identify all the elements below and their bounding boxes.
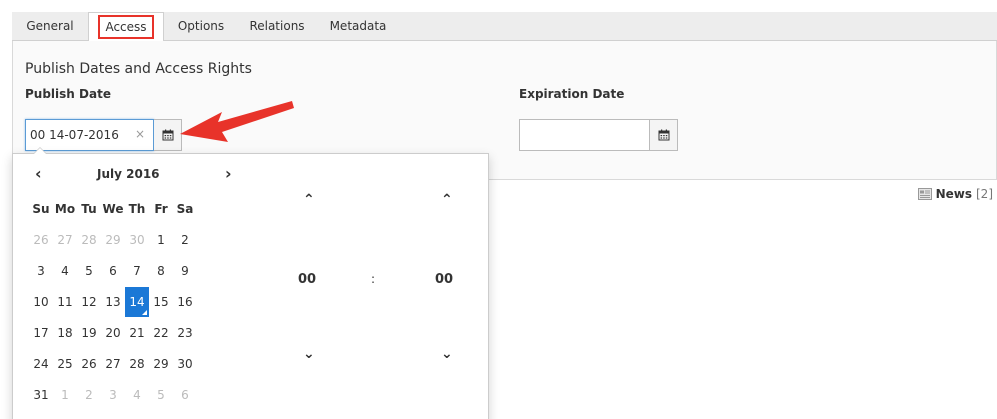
calendar-day[interactable]: 15 [149,287,173,317]
news-icon [917,188,932,200]
calendar-day[interactable]: 30 [173,349,197,379]
calendar-icon [162,129,173,141]
tab-label: Access [98,15,154,39]
news-count: [2] [976,187,993,201]
calendar-day[interactable]: 3 [101,380,125,410]
calendar-day[interactable]: 28 [77,225,101,255]
datetime-picker: ‹ July 2016 › Su Mo Tu We Th Fr Sa 26 27 28 29 30 1 2… [12,147,489,419]
calendar-day[interactable]: 23 [173,318,197,348]
hour-value[interactable]: 00 [298,272,316,287]
prev-month-icon[interactable]: ‹ [35,164,42,183]
hour-increment-icon[interactable]: ⌃ [303,192,315,208]
clear-icon[interactable]: × [135,127,145,141]
calendar-day[interactable]: 12 [77,287,101,317]
tab-label: Relations [249,19,305,33]
calendar-day[interactable]: 20 [101,318,125,348]
tab-options[interactable]: Options [164,12,238,41]
minute-increment-icon[interactable]: ⌃ [441,192,453,208]
annotation-arrow-icon [180,101,294,142]
calendar-day[interactable]: 4 [125,380,149,410]
calendar-day[interactable]: 30 [125,225,149,255]
section-title: Publish Dates and Access Rights [25,61,252,77]
calendar-day[interactable]: 7 [125,256,149,286]
news-record-link[interactable]: News [2] [917,187,993,201]
calendar-day[interactable]: 6 [101,256,125,286]
tab-access[interactable]: Access [88,12,164,42]
calendar-day[interactable]: 21 [125,318,149,348]
calendar-day[interactable]: 29 [101,225,125,255]
news-label: News [935,187,972,201]
calendar-day[interactable]: 16 [173,287,197,317]
calendar-day[interactable]: 6 [173,380,197,410]
calendar-day[interactable]: 2 [77,380,101,410]
tab-bar: General Access Options Relations Metadat… [12,12,997,42]
calendar-day[interactable]: 31 [29,380,53,410]
calendar-header: ‹ July 2016 › [29,164,249,186]
calendar-day[interactable]: 8 [149,256,173,286]
calendar-day[interactable]: 11 [53,287,77,317]
calendar-day[interactable]: 4 [53,256,77,286]
weekday-header: Th [128,202,146,216]
calendar-day[interactable]: 26 [77,349,101,379]
weekday-header: We [102,202,124,216]
calendar-day[interactable]: 25 [53,349,77,379]
tab-label: General [26,19,74,33]
calendar-day[interactable]: 5 [149,380,173,410]
calendar-day[interactable]: 19 [77,318,101,348]
calendar-icon [658,129,669,141]
weekday-header: Tu [81,202,97,216]
weekday-header: Su [32,202,50,216]
calendar-day[interactable]: 28 [125,349,149,379]
tab-general[interactable]: General [12,12,88,41]
weekday-header: Fr [154,202,168,216]
calendar-day[interactable]: 10 [29,287,53,317]
calendar-day[interactable]: 26 [29,225,53,255]
next-month-icon[interactable]: › [225,164,232,183]
publish-date-value: 00 14-07-2016 [30,128,119,142]
calendar-day[interactable]: 1 [149,225,173,255]
minute-decrement-icon[interactable]: ⌄ [441,346,453,362]
calendar-day[interactable]: 22 [149,318,173,348]
weekday-header: Mo [54,202,76,216]
tab-label: Options [177,19,225,33]
time-separator: : [371,272,376,286]
tab-label: Metadata [329,19,387,33]
calendar-day[interactable]: 18 [53,318,77,348]
calendar-day[interactable]: 29 [149,349,173,379]
calendar-day[interactable]: 9 [173,256,197,286]
calendar-day[interactable]: 5 [77,256,101,286]
minute-value[interactable]: 00 [435,272,453,287]
tab-relations[interactable]: Relations [238,12,316,41]
calendar-day[interactable]: 17 [29,318,53,348]
calendar-day[interactable]: 2 [173,225,197,255]
calendar-day[interactable]: 24 [29,349,53,379]
calendar-day[interactable]: 27 [101,349,125,379]
tab-metadata[interactable]: Metadata [316,12,400,41]
calendar-day[interactable]: 27 [53,225,77,255]
expiration-date-input[interactable] [519,119,650,151]
hour-decrement-icon[interactable]: ⌄ [303,346,315,362]
calendar-day[interactable]: 13 [101,287,125,317]
expiration-date-label: Expiration Date [519,87,625,101]
calendar-month-title[interactable]: July 2016 [97,167,160,181]
expiration-calendar-button[interactable] [650,119,678,151]
calendar-day-selected[interactable]: 14 [125,287,149,317]
calendar-day[interactable]: 3 [29,256,53,286]
weekday-header: Sa [176,202,194,216]
publish-date-label: Publish Date [25,87,111,101]
calendar-day[interactable]: 1 [53,380,77,410]
